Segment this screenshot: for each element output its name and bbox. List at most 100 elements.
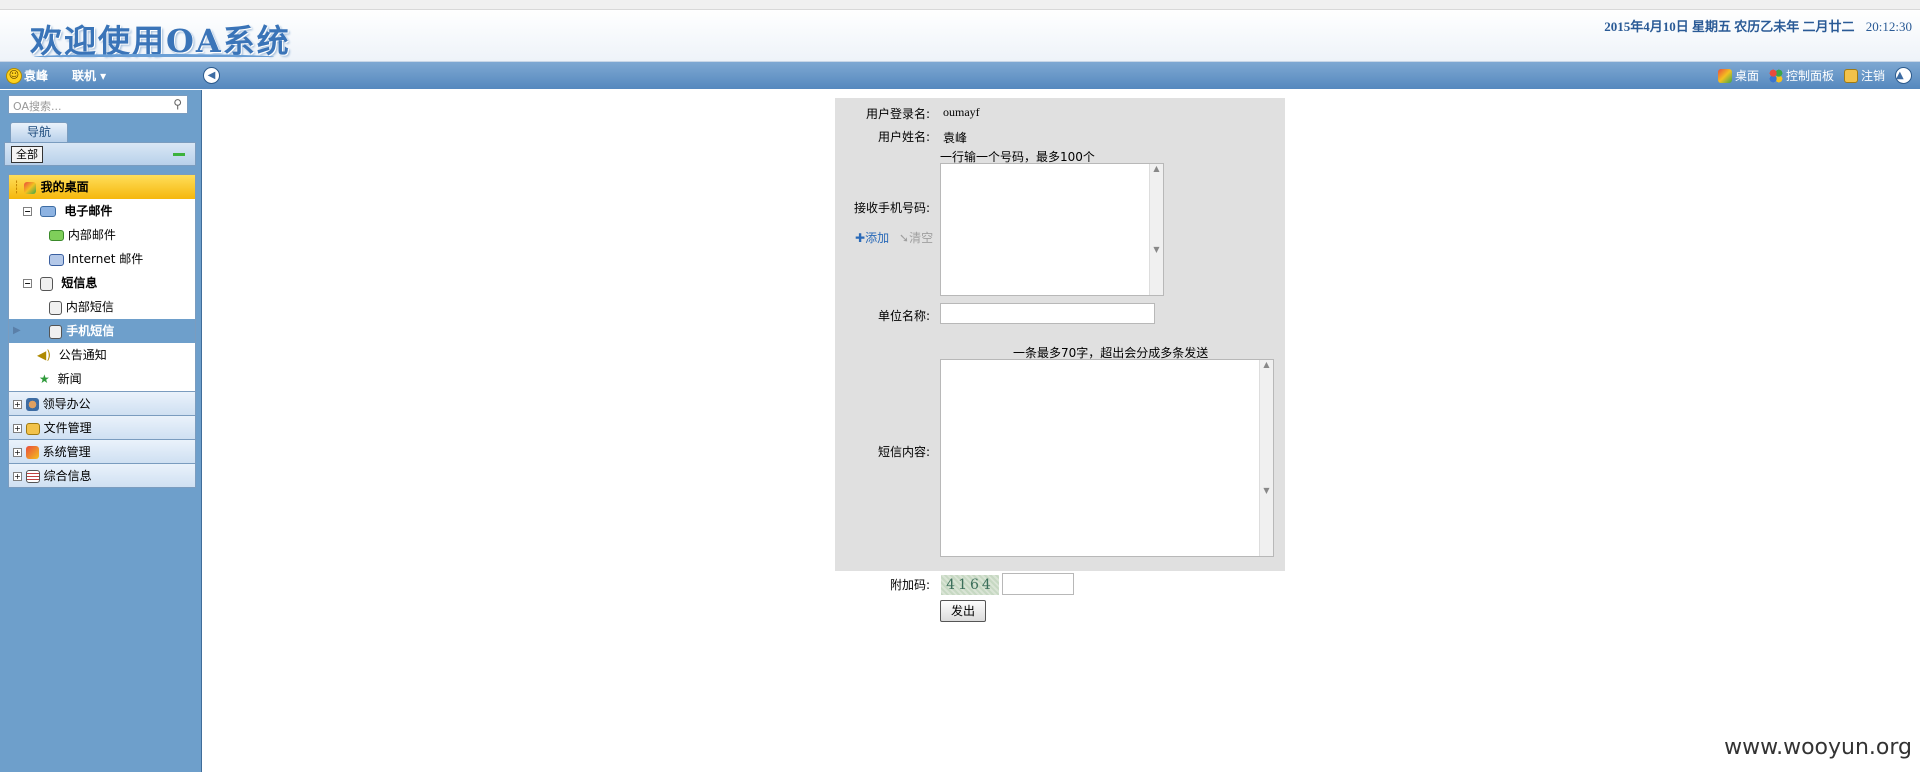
- desktop-label: 桌面: [1734, 69, 1759, 83]
- expand-box-icon[interactable]: +: [13, 472, 22, 481]
- top-toolbar: ☺ 袁峰 联机 ▾ ◀ 桌面 控制面板 注销 ▲: [0, 62, 1920, 89]
- tree-item-label: 我的桌面: [40, 180, 89, 194]
- header-date: 2015年4月10日 星期五 农历乙未年 二月廿二: [1604, 19, 1855, 34]
- tree-item-label: 系统管理: [42, 445, 91, 459]
- tree-group-general-info[interactable]: + 综合信息: [9, 463, 195, 487]
- phone-numbers-label: 接收手机号码:: [853, 201, 930, 215]
- user-menu[interactable]: ☺ 袁峰: [6, 67, 48, 84]
- tree-item-label: 内部邮件: [67, 228, 116, 242]
- toolbar-actions: 桌面 控制面板 注销 ▲: [1717, 67, 1912, 84]
- search-placeholder: OA搜索...: [13, 100, 62, 113]
- speaker-icon: ◀): [37, 348, 51, 362]
- control-panel-icon: [1768, 68, 1783, 83]
- captcha-image: 4164: [941, 575, 999, 595]
- tree-item-short-message[interactable]: − 短信息: [9, 271, 195, 295]
- all-row: 全部: [4, 142, 196, 166]
- search-icon[interactable]: ⚲: [173, 97, 182, 111]
- scroll-up-icon[interactable]: ▲: [1895, 67, 1912, 84]
- info-list-icon: [25, 470, 40, 483]
- mobile-sms-form: 用户登录名: oumayf 用户姓名: 袁峰 一行输一个号码，最多100个 接收…: [835, 98, 1285, 571]
- envelope-icon: [40, 206, 57, 217]
- add-phone-link[interactable]: ✚添加: [855, 229, 889, 246]
- tree-item-label: 领导办公: [42, 397, 91, 411]
- phone-textarea-scrollbar[interactable]: ▲ ▼: [1149, 164, 1163, 295]
- desktop-icon: [1717, 68, 1732, 83]
- tree-item-my-desktop[interactable]: ┊ 我的桌面: [9, 175, 195, 199]
- add-label: 添加: [865, 231, 890, 245]
- sms-content-textarea[interactable]: [940, 359, 1274, 557]
- desktop-icon: [24, 181, 37, 194]
- tree-group-leader-office[interactable]: + 领导办公: [9, 391, 195, 415]
- unit-name-label: 单位名称:: [877, 309, 930, 323]
- smiley-icon: ☺: [6, 67, 22, 84]
- plus-icon: ✚: [855, 231, 866, 245]
- control-panel-label: 控制面板: [1785, 69, 1834, 83]
- user-name: 袁峰: [24, 69, 49, 83]
- tree-line-icon: ┊: [13, 180, 21, 194]
- login-name-value: oumayf: [943, 105, 980, 119]
- control-panel-link[interactable]: 控制面板: [1768, 67, 1834, 84]
- captcha-input[interactable]: [1002, 573, 1074, 595]
- tree-item-label: 电子邮件: [64, 204, 113, 218]
- desktop-link[interactable]: 桌面: [1717, 67, 1759, 84]
- folder-icon: [25, 422, 40, 435]
- tree-item-internal-mail[interactable]: 内部邮件: [9, 223, 195, 247]
- tree-item-announcements[interactable]: ◀) 公告通知: [9, 343, 195, 367]
- clear-label: 清空: [909, 231, 934, 245]
- user-name-value: 袁峰: [943, 131, 968, 145]
- content-textarea-scrollbar[interactable]: ▲ ▼: [1259, 360, 1273, 556]
- expand-box-icon[interactable]: +: [13, 424, 22, 433]
- unit-name-input[interactable]: [940, 303, 1155, 324]
- tab-navigation[interactable]: 导航: [10, 122, 68, 142]
- expand-box-icon[interactable]: +: [13, 400, 22, 409]
- tree-item-email[interactable]: − 电子邮件: [9, 199, 195, 223]
- tree-item-mobile-sms[interactable]: ▶ 手机短信: [9, 319, 195, 343]
- internet-mail-icon: [49, 253, 64, 266]
- send-button[interactable]: 发出: [940, 600, 986, 622]
- collapse-box-icon[interactable]: −: [23, 207, 32, 216]
- sidebar: OA搜索... ⚲ 导航 全部 ┊ 我的桌面 − 电子邮件 内部邮件 Inter…: [0, 90, 202, 772]
- logout-link[interactable]: 注销: [1843, 67, 1885, 84]
- clear-phone-link[interactable]: ➘清空: [899, 229, 933, 246]
- phone-numbers-textarea[interactable]: [940, 163, 1164, 296]
- tree-item-news[interactable]: ★ 新闻: [9, 367, 195, 391]
- tree-item-label: 内部短信: [65, 300, 114, 314]
- tree-group-system-management[interactable]: + 系统管理: [9, 439, 195, 463]
- message-icon: [40, 276, 54, 291]
- tree-item-internal-sms[interactable]: 内部短信: [9, 295, 195, 319]
- captcha-label: 附加码:: [889, 578, 930, 592]
- oa-search-input[interactable]: OA搜索... ⚲: [8, 95, 188, 114]
- user-name-label: 用户姓名:: [877, 130, 930, 144]
- tree-item-label: Internet 邮件: [67, 252, 144, 266]
- online-status-dropdown[interactable]: 联机 ▾: [72, 67, 106, 84]
- tree-item-label: 短信息: [61, 276, 98, 290]
- expand-box-icon[interactable]: +: [13, 448, 22, 457]
- watermark: www.wooyun.org: [1724, 735, 1912, 760]
- app-header: 欢迎使用OA系统 2015年4月10日 星期五 农历乙未年 二月廿二 20:12…: [0, 10, 1920, 62]
- message-icon: [49, 324, 62, 339]
- collapse-box-icon[interactable]: −: [23, 279, 32, 288]
- tree-item-label: 手机短信: [66, 324, 115, 338]
- collapse-sidebar-icon[interactable]: ◀: [203, 67, 220, 84]
- star-icon: ★: [39, 372, 50, 386]
- clear-icon: ➘: [899, 231, 910, 245]
- header-clock: 20:12:30: [1865, 19, 1912, 34]
- sms-content-label: 短信内容:: [877, 445, 930, 459]
- header-datetime: 2015年4月10日 星期五 农历乙未年 二月廿二 20:12:30: [1604, 16, 1912, 35]
- system-icon: [25, 446, 39, 459]
- tree-item-label: 公告通知: [58, 348, 107, 362]
- tree-item-internet-mail[interactable]: Internet 邮件: [9, 247, 195, 271]
- selected-arrow-icon: ▶: [13, 325, 21, 336]
- login-name-label: 用户登录名:: [865, 107, 930, 121]
- logout-label: 注销: [1860, 69, 1885, 83]
- all-button[interactable]: 全部: [11, 146, 43, 163]
- mail-icon: [49, 230, 64, 241]
- tree-item-label: 文件管理: [43, 421, 92, 435]
- tree-group-file-management[interactable]: + 文件管理: [9, 415, 195, 439]
- key-icon: [1843, 68, 1858, 83]
- browser-top-strip: [0, 0, 1920, 10]
- logo-swoosh: [34, 54, 274, 60]
- tree-item-label: 新闻: [57, 372, 82, 386]
- collapse-all-icon[interactable]: [173, 153, 185, 156]
- tree-item-label: 综合信息: [43, 469, 92, 483]
